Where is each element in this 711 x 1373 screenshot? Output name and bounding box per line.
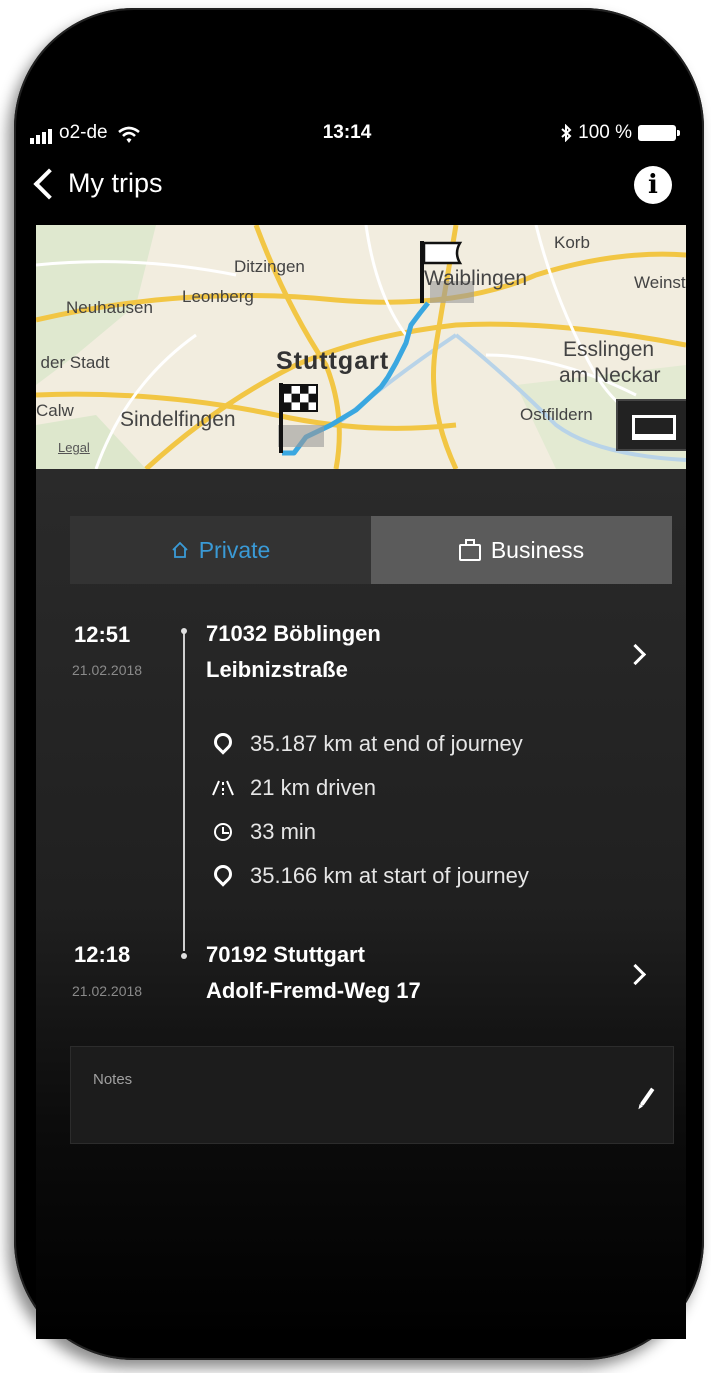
- odometer-start-row: 35.166 km at start of journey: [210, 861, 529, 889]
- map-label: Neuhausen: [66, 298, 153, 317]
- briefcase-icon: [458, 538, 481, 561]
- business-segment[interactable]: Business: [371, 516, 672, 584]
- map-label: Ditzingen: [234, 257, 305, 276]
- business-label: Business: [490, 536, 585, 563]
- start-postal-city: 70192 Stuttgart: [206, 942, 365, 967]
- bluetooth-icon: [561, 124, 572, 142]
- finish-flag-icon: [420, 241, 463, 303]
- trip-detail-panel: Private Business 12:51 21.02.2018 71032 …: [36, 469, 686, 1339]
- distance-text: 21 km driven: [250, 775, 376, 800]
- back-button[interactable]: My trips: [30, 167, 163, 200]
- nav-bar: My trips i: [22, 160, 672, 220]
- pin-icon: [210, 729, 236, 755]
- duration-text: 33 min: [250, 819, 317, 844]
- odometer-start-text: 35.166 km at start of journey: [250, 863, 529, 888]
- road-icon: [212, 780, 234, 796]
- private-label: Private: [198, 536, 271, 563]
- private-segment[interactable]: Private: [70, 516, 371, 584]
- timeline-dot: [181, 953, 187, 959]
- map-label: Ostfildern: [520, 405, 593, 424]
- timeline-line: [183, 629, 185, 951]
- start-flag-icon: [279, 383, 318, 453]
- map-label: Korb: [554, 233, 590, 252]
- pin-icon: [210, 861, 236, 887]
- odometer-end-text: 35.187 km at end of journey: [250, 731, 523, 756]
- notes-label: Notes: [93, 1071, 133, 1088]
- end-time: 12:51: [74, 622, 131, 647]
- odometer-end-row: 35.187 km at end of journey: [210, 729, 523, 757]
- trip-map[interactable]: Korb Ditzingen Waiblingen Weinsta Neuhau…: [36, 225, 686, 469]
- status-bar: o2-de 13:14 100 %: [22, 118, 680, 154]
- end-date: 21.02.2018: [72, 662, 143, 678]
- chevron-right-icon[interactable]: [624, 643, 647, 666]
- battery-icon: [638, 125, 680, 141]
- start-date: 21.02.2018: [72, 983, 143, 999]
- distance-row: 21 km driven: [212, 775, 376, 801]
- info-button[interactable]: i: [634, 166, 672, 204]
- end-postal-city: 71032 Böblingen: [206, 621, 381, 646]
- map-label: Leonberg: [182, 287, 254, 306]
- timeline-dot: [181, 628, 187, 634]
- map-label: Calw: [36, 401, 74, 420]
- house-icon: [172, 541, 188, 558]
- map-label: Sindelfingen: [120, 408, 236, 431]
- map-label: Esslingen: [563, 338, 655, 361]
- battery-percent: 100 %: [578, 122, 632, 143]
- map-label: Weinsta: [634, 273, 686, 292]
- pencil-icon[interactable]: [639, 1087, 655, 1107]
- chevron-right-icon[interactable]: [624, 963, 647, 986]
- clock-icon: [214, 823, 232, 841]
- trip-type-segmented-control: Private Business: [70, 516, 672, 584]
- end-address[interactable]: 71032 Böblingen Leibnizstraße: [206, 616, 381, 688]
- chevron-left-icon: [33, 167, 65, 200]
- map-label: Stuttgart: [276, 347, 390, 375]
- info-icon: i: [648, 170, 658, 200]
- map-legal-link[interactable]: Legal: [58, 440, 90, 455]
- map-label: l der Stadt: [36, 353, 110, 372]
- notes-field[interactable]: Notes: [70, 1046, 674, 1144]
- map-label: am Neckar: [559, 364, 661, 387]
- map-view-toggle-button[interactable]: [616, 399, 686, 451]
- start-street: Adolf-Fremd-Weg 17: [206, 978, 421, 1003]
- start-address[interactable]: 70192 Stuttgart Adolf-Fremd-Weg 17: [206, 937, 421, 1009]
- duration-row: 33 min: [212, 819, 316, 845]
- back-label: My trips: [68, 168, 163, 198]
- end-street: Leibnizstraße: [206, 657, 348, 682]
- start-time: 12:18: [74, 942, 131, 967]
